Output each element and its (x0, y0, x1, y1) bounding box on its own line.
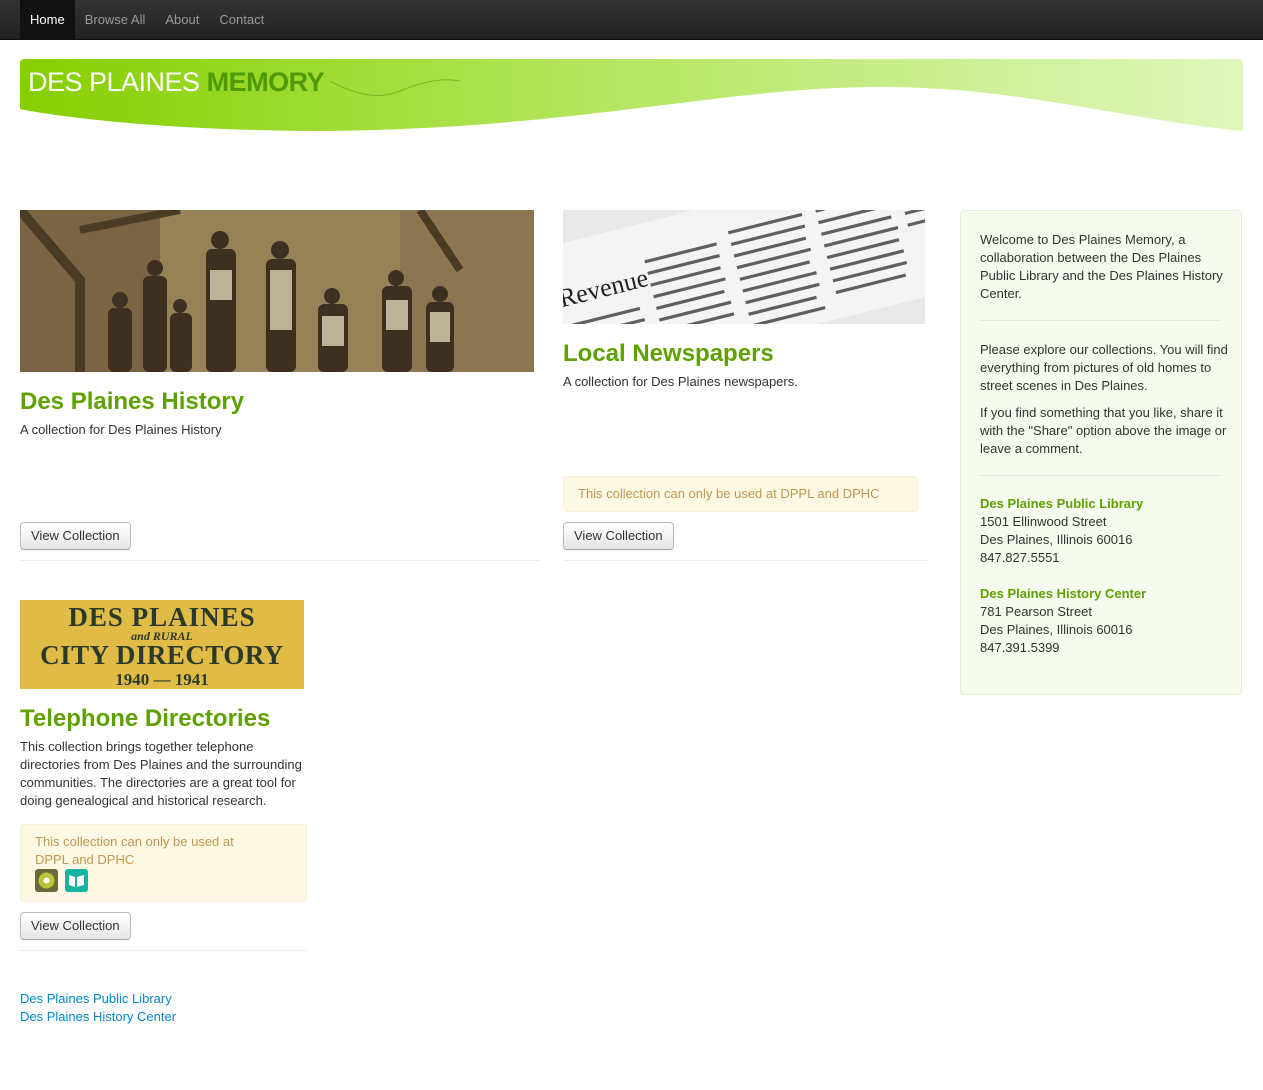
history-center-city: Des Plaines, Illinois 60016 (980, 622, 1133, 637)
nav-browse-all[interactable]: Browse All (75, 0, 156, 40)
collection-description-directories: This collection brings together telephon… (20, 739, 302, 808)
site-title: DES PLAINES MEMORY (28, 67, 325, 97)
dppl-logo-icon (35, 869, 58, 892)
view-collection-button-newspapers[interactable]: View Collection (563, 522, 674, 550)
top-navbar: Home Browse All About Contact (0, 0, 1263, 40)
divider (563, 560, 928, 561)
directory-cover-line-1: DES PLAINES (68, 602, 255, 632)
collection-title-directories[interactable]: Telephone Directories (20, 705, 270, 733)
collection-title-newspapers[interactable]: Local Newspapers (563, 340, 774, 368)
dphc-logo-icon (65, 869, 88, 892)
welcome-text: Welcome to Des Plaines Memory, a collabo… (980, 232, 1223, 301)
view-collection-button-history[interactable]: View Collection (20, 522, 131, 550)
collection-description-newspapers: A collection for Des Plaines newspapers. (563, 374, 798, 389)
footer-link-library[interactable]: Des Plaines Public Library (20, 991, 172, 1006)
divider (20, 950, 307, 951)
explore-text: Please explore our collections. You will… (980, 342, 1228, 393)
collection-title-history[interactable]: Des Plaines History (20, 388, 244, 416)
directory-cover-line-3: CITY DIRECTORY (40, 640, 284, 670)
history-center-name: Des Plaines History Center (980, 586, 1147, 601)
sidebar-divider (980, 320, 1220, 321)
directory-cover-line-4: 1940 — 1941 (115, 670, 209, 689)
telephone-directories-image[interactable]: DES PLAINES and RURAL CITY DIRECTORY 194… (20, 600, 304, 689)
nav-contact[interactable]: Contact (209, 0, 274, 40)
des-plaines-history-image[interactable] (20, 210, 534, 372)
sidebar-info-panel: Welcome to Des Plaines Memory, a collabo… (960, 210, 1242, 695)
divider (20, 560, 540, 561)
restricted-access-alert-directories: This collection can only be used at DPPL… (20, 824, 307, 902)
sidebar-divider (980, 475, 1220, 476)
main-nav: Home Browse All About Contact (20, 0, 274, 40)
history-center-phone: 847.391.5399 (980, 640, 1060, 655)
share-text: If you find something that you like, sha… (980, 405, 1227, 456)
site-banner[interactable]: DES PLAINES MEMORY (20, 59, 1243, 137)
nav-home[interactable]: Home (20, 0, 75, 40)
view-collection-button-directories[interactable]: View Collection (20, 912, 131, 940)
history-center-street: 781 Pearson Street (980, 604, 1093, 619)
library-city: Des Plaines, Illinois 60016 (980, 532, 1133, 547)
restricted-access-alert-newspapers: This collection can only be used at DPPL… (563, 476, 918, 512)
library-phone: 847.827.5551 (980, 550, 1060, 565)
nav-about[interactable]: About (155, 0, 209, 40)
restricted-access-text: This collection can only be used at DPPL… (35, 834, 234, 867)
collection-description-history: A collection for Des Plaines History (20, 422, 222, 437)
library-street: 1501 Ellinwood Street (980, 514, 1107, 529)
local-newspapers-image[interactable]: Revenue (563, 210, 925, 324)
library-name: Des Plaines Public Library (980, 496, 1144, 511)
footer-link-history-center[interactable]: Des Plaines History Center (20, 1009, 176, 1024)
